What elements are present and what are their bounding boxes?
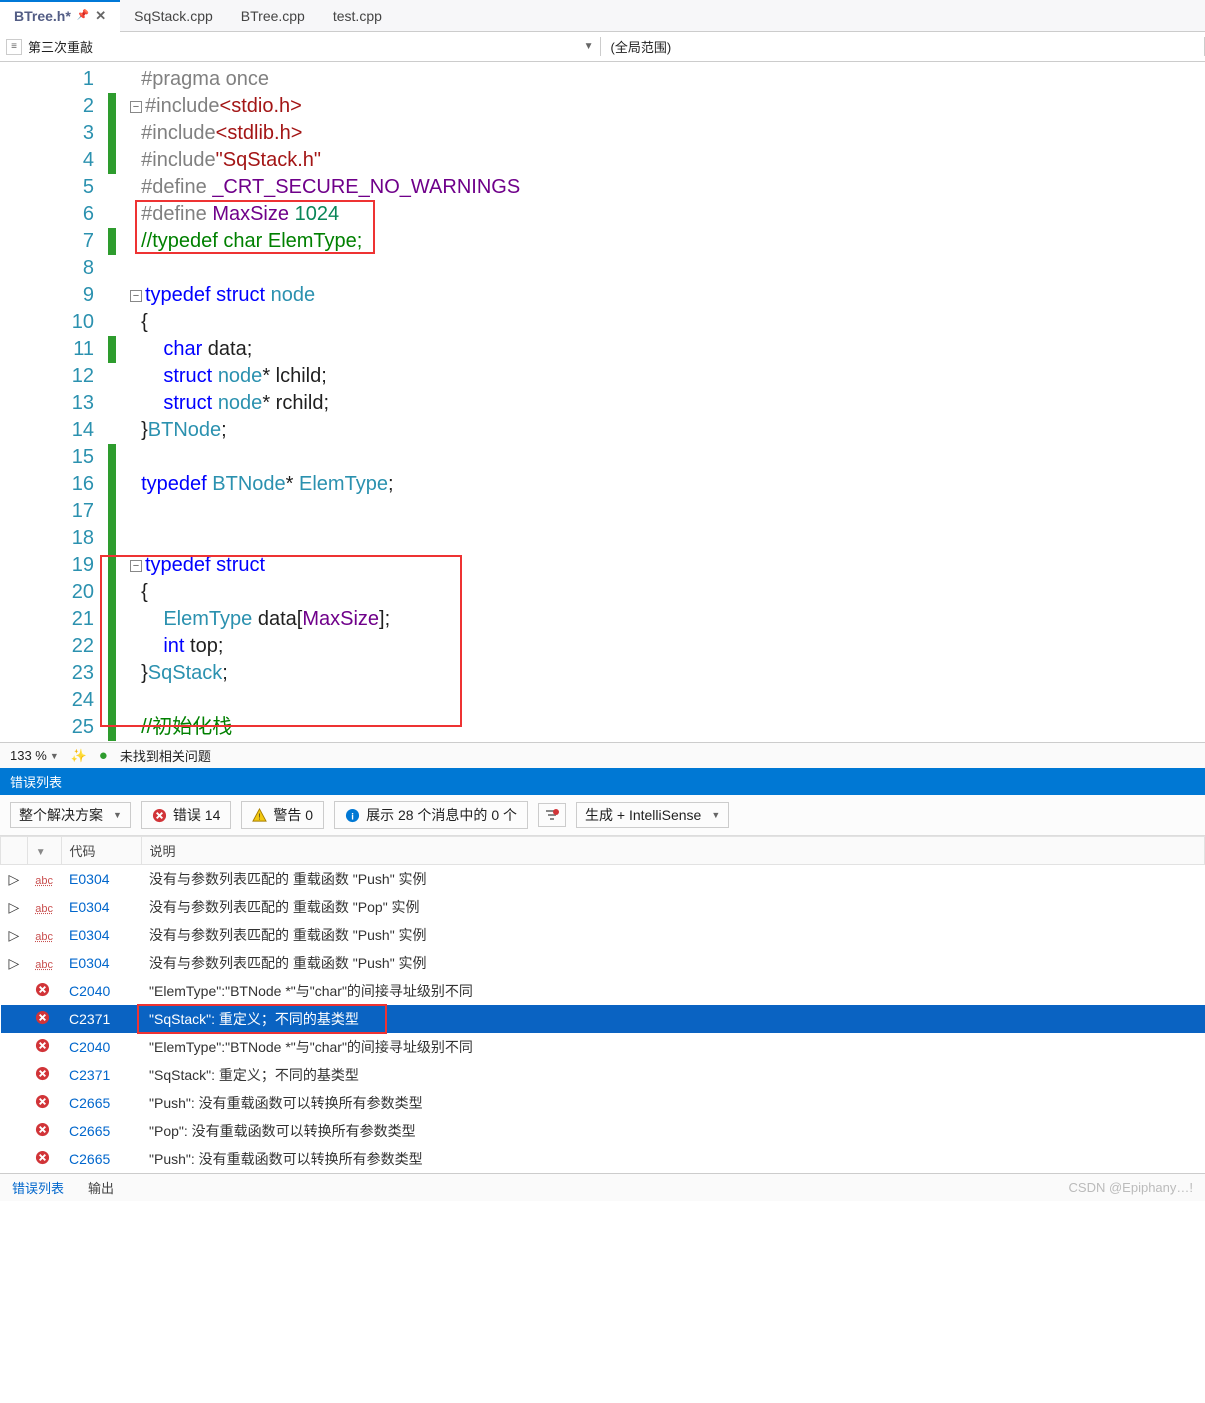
change-marks xyxy=(108,62,130,742)
zoom-dropdown[interactable]: 133 % ▼ xyxy=(10,748,59,763)
panel-title: 错误列表 xyxy=(0,768,1205,795)
error-row[interactable]: C2040"ElemType":"BTNode *"与"char"的间接寻址级别… xyxy=(1,1033,1205,1061)
scope-dropdown[interactable]: ≡ 第三次重敲 ▼ xyxy=(0,37,601,56)
error-row[interactable]: C2371"SqStack": 重定义；不同的基类型 xyxy=(1,1005,1205,1033)
nav-bar: ≡ 第三次重敲 ▼ (全局范围) xyxy=(0,32,1205,62)
error-toolbar: 整个解决方案 ▼ 错误 14 ! 警告 0 i 展示 28 个消息中的 0 个 … xyxy=(0,795,1205,836)
file-tab[interactable]: SqStack.cpp xyxy=(120,0,227,32)
errors-button[interactable]: 错误 14 xyxy=(141,801,231,829)
filter-icon[interactable]: ▼ xyxy=(36,847,46,858)
error-row[interactable]: ▷abcE0304没有与参数列表匹配的 重载函数 "Push" 实例 xyxy=(1,865,1205,894)
intellicode-icon[interactable]: ✨ xyxy=(71,748,87,764)
tab-label: BTree.h* xyxy=(14,8,71,24)
code-content[interactable]: #pragma once−#include<stdio.h> #include<… xyxy=(130,62,520,742)
file-tab[interactable]: BTree.cpp xyxy=(227,0,319,32)
chevron-down-icon: ▼ xyxy=(584,41,594,52)
check-icon: ● xyxy=(99,747,108,764)
error-row[interactable]: ▷abcE0304没有与参数列表匹配的 重载函数 "Pop" 实例 xyxy=(1,893,1205,921)
svg-text:i: i xyxy=(351,811,354,821)
file-tab[interactable]: test.cpp xyxy=(319,0,396,32)
scope-selector[interactable]: 整个解决方案 ▼ xyxy=(10,802,131,828)
filter-button[interactable] xyxy=(538,803,566,827)
method-icon: ≡ xyxy=(6,39,22,55)
messages-button[interactable]: i 展示 28 个消息中的 0 个 xyxy=(334,801,528,829)
col-code[interactable]: 代码 xyxy=(61,837,141,865)
tab-bar: BTree.h* 📌 ✕ SqStack.cpp BTree.cpp test.… xyxy=(0,0,1205,32)
status-text: 未找到相关问题 xyxy=(120,746,211,765)
error-row[interactable]: ▷abcE0304没有与参数列表匹配的 重载函数 "Push" 实例 xyxy=(1,921,1205,949)
error-row[interactable]: C2371"SqStack": 重定义；不同的基类型 xyxy=(1,1061,1205,1089)
code-editor[interactable]: 1234567891011121314151617181920212223242… xyxy=(0,62,1205,742)
error-row[interactable]: C2665"Push": 没有重载函数可以转换所有参数类型 xyxy=(1,1089,1205,1117)
error-table-wrapper: ▼ 代码 说明 ▷abcE0304没有与参数列表匹配的 重载函数 "Push" … xyxy=(0,836,1205,1173)
tab-output[interactable]: 输出 xyxy=(76,1174,126,1201)
error-row[interactable]: C2040"ElemType":"BTNode *"与"char"的间接寻址级别… xyxy=(1,977,1205,1005)
error-table: ▼ 代码 说明 ▷abcE0304没有与参数列表匹配的 重载函数 "Push" … xyxy=(0,836,1205,1173)
pin-icon[interactable]: 📌 xyxy=(77,10,89,21)
watermark: CSDN @Epiphany…! xyxy=(1069,1180,1193,1195)
scope-label: 第三次重敲 xyxy=(28,37,93,56)
bottom-tabs: 错误列表 输出 xyxy=(0,1173,1205,1201)
global-label: (全局范围) xyxy=(611,37,672,56)
chevron-down-icon: ▼ xyxy=(711,810,720,820)
file-tab-active[interactable]: BTree.h* 📌 ✕ xyxy=(0,0,120,32)
chevron-down-icon: ▼ xyxy=(113,810,122,820)
error-row[interactable]: C2665"Push": 没有重载函数可以转换所有参数类型 xyxy=(1,1145,1205,1173)
warnings-button[interactable]: ! 警告 0 xyxy=(241,801,324,829)
error-row[interactable]: C2665"Pop": 没有重载函数可以转换所有参数类型 xyxy=(1,1117,1205,1145)
build-dropdown[interactable]: 生成 + IntelliSense ▼ xyxy=(576,802,729,828)
line-gutter: 1234567891011121314151617181920212223242… xyxy=(0,62,108,742)
tab-error-list[interactable]: 错误列表 xyxy=(0,1174,76,1201)
svg-text:!: ! xyxy=(259,811,261,821)
col-desc[interactable]: 说明 xyxy=(141,837,1204,865)
close-icon[interactable]: ✕ xyxy=(95,8,106,24)
status-bar: 133 % ▼ ✨ ● 未找到相关问题 xyxy=(0,742,1205,768)
error-row[interactable]: ▷abcE0304没有与参数列表匹配的 重载函数 "Push" 实例 xyxy=(1,949,1205,977)
global-scope-dropdown[interactable]: (全局范围) xyxy=(601,37,1205,56)
chevron-down-icon: ▼ xyxy=(50,751,59,761)
